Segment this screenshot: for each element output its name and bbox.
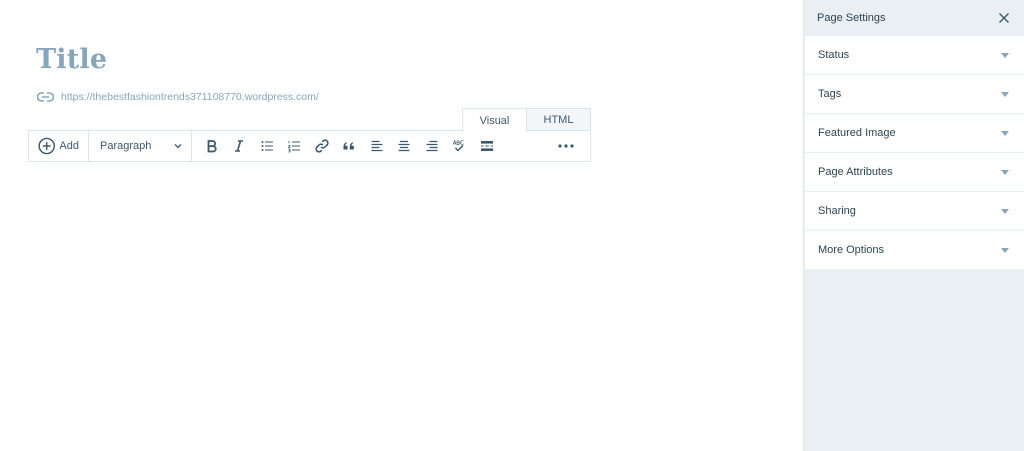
- page-settings-sidebar: Page Settings Status Tags Featured Image…: [803, 0, 1024, 451]
- add-label: Add: [59, 140, 79, 152]
- align-left-button[interactable]: [363, 131, 391, 161]
- permalink[interactable]: https://thebestfashiontrends371108770.wo…: [37, 89, 319, 105]
- caret-down-icon: [1001, 169, 1009, 175]
- sidebar-section-page-attributes[interactable]: Page Attributes: [805, 153, 1024, 192]
- numbered-list-icon: [287, 140, 301, 153]
- align-center-button[interactable]: [391, 131, 419, 161]
- section-label: Status: [818, 49, 850, 61]
- tab-html[interactable]: HTML: [527, 108, 591, 131]
- bulleted-list-button[interactable]: [253, 131, 281, 161]
- section-label: More Options: [818, 244, 885, 256]
- sidebar-section-status[interactable]: Status: [805, 36, 1024, 75]
- italic-button[interactable]: [226, 131, 254, 161]
- align-right-icon: [426, 140, 438, 152]
- ellipsis-icon: [558, 144, 574, 148]
- italic-icon: [235, 140, 244, 152]
- add-media-button[interactable]: Add: [29, 131, 89, 161]
- editor-area: Title https://thebestfashiontrends371108…: [0, 0, 803, 451]
- more-tools-button[interactable]: [556, 138, 576, 154]
- section-label: Page Attributes: [818, 166, 893, 178]
- bold-button[interactable]: [198, 131, 226, 161]
- sidebar-section-tags[interactable]: Tags: [805, 75, 1024, 114]
- align-right-button[interactable]: [418, 131, 446, 161]
- link-icon: [315, 139, 329, 153]
- bulleted-list-icon: [261, 141, 273, 151]
- format-value: Paragraph: [100, 140, 152, 152]
- sidebar-section-featured-image[interactable]: Featured Image: [805, 114, 1024, 153]
- editor-toolbar: Add Paragraph: [28, 130, 591, 162]
- align-left-icon: [371, 140, 383, 152]
- chevron-down-icon: [174, 144, 182, 149]
- bold-icon: [207, 140, 217, 153]
- caret-down-icon: [1001, 247, 1009, 253]
- insert-link-button[interactable]: [308, 131, 336, 161]
- sidebar-title: Page Settings: [817, 12, 886, 24]
- read-more-icon: [480, 141, 493, 151]
- numbered-list-button[interactable]: [281, 131, 309, 161]
- section-label: Featured Image: [818, 127, 896, 139]
- permalink-url[interactable]: https://thebestfashiontrends371108770.wo…: [61, 91, 319, 103]
- editor-mode-tabs: Visual HTML: [462, 108, 591, 132]
- close-icon[interactable]: [998, 12, 1010, 24]
- formatting-buttons: [192, 131, 501, 161]
- link-icon: [37, 92, 54, 102]
- section-label: Sharing: [818, 205, 856, 217]
- post-title-input[interactable]: Title: [36, 44, 107, 75]
- spellcheck-button[interactable]: [446, 131, 474, 161]
- caret-down-icon: [1001, 91, 1009, 97]
- tab-visual[interactable]: Visual: [462, 108, 527, 132]
- section-label: Tags: [818, 88, 842, 100]
- blockquote-icon: [343, 142, 355, 150]
- blockquote-button[interactable]: [336, 131, 364, 161]
- sidebar-header: Page Settings: [804, 0, 1024, 36]
- spellcheck-icon: [453, 139, 464, 152]
- paragraph-format-select[interactable]: Paragraph: [89, 131, 192, 161]
- caret-down-icon: [1001, 130, 1009, 136]
- align-center-icon: [398, 140, 410, 152]
- read-more-button[interactable]: [473, 131, 501, 161]
- sidebar-section-sharing[interactable]: Sharing: [805, 192, 1024, 231]
- caret-down-icon: [1001, 52, 1009, 58]
- caret-down-icon: [1001, 208, 1009, 214]
- sidebar-section-more-options[interactable]: More Options: [805, 231, 1024, 270]
- add-circle-icon: [38, 137, 55, 155]
